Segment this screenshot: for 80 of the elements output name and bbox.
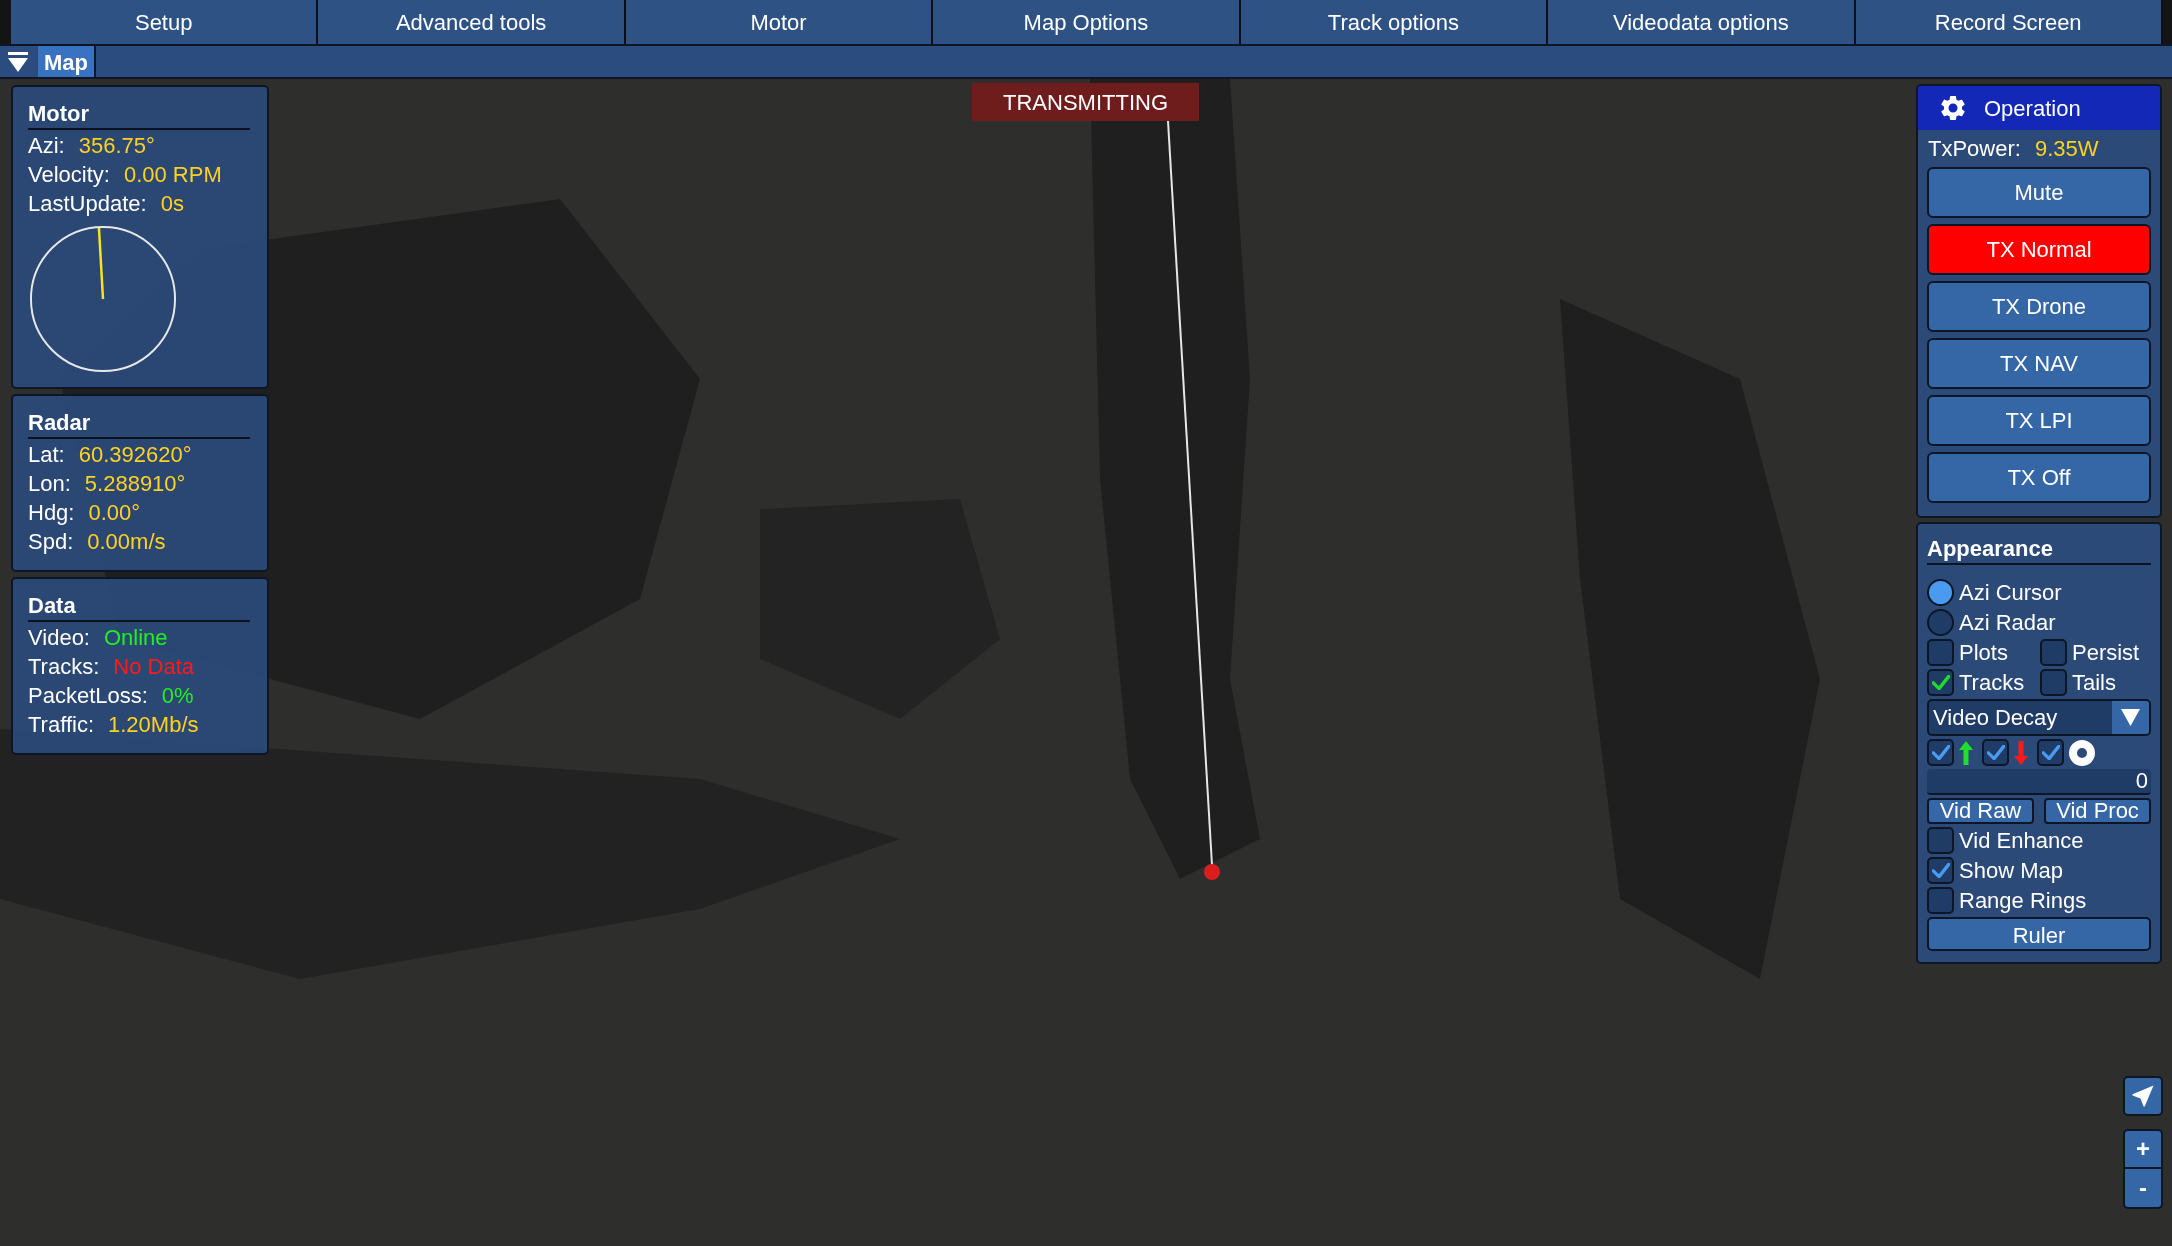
mode-button[interactable]: Mute [1927,167,2151,218]
checkbox[interactable] [1927,739,1954,766]
panel-title: Appearance [1927,535,2054,563]
checkbox-label: Tails [2072,669,2116,696]
radio-button[interactable] [1927,609,1954,636]
caret-icon [2112,701,2149,734]
action-button[interactable]: Vid Proc [2044,798,2151,824]
zoom-out-button[interactable]: - [2123,1169,2163,1209]
field-value: 0% [161,682,194,710]
checkbox[interactable] [1982,739,2009,766]
menu-button[interactable]: Videodata options [1548,0,1856,44]
checkbox[interactable] [2040,669,2067,696]
field-value: 9.35W [2034,134,2099,163]
status-banner: TRANSMITTING [972,83,1199,121]
dropdown[interactable]: Video Decay [1927,699,2151,736]
mode-button[interactable]: TX LPI [1927,395,2151,446]
field-value: 356.75° [78,132,155,160]
settings-icon[interactable] [1938,93,1968,123]
panel-title: Radar [28,409,92,437]
menu-button[interactable]: Record Screen [1855,0,2163,44]
collapse-icon[interactable] [7,51,29,72]
checkbox-label: Plots [1959,639,2008,666]
field-value: 1.20Mb/s [108,711,199,739]
checkbox[interactable] [1927,639,1954,666]
checkbox[interactable] [1927,887,1954,914]
checkbox[interactable] [1927,827,1954,854]
checkbox-label: Vid Enhance [1959,827,2084,854]
radio-label: Azi Cursor [1959,579,2062,606]
menu-button[interactable]: Motor [625,0,934,44]
view-tab[interactable]: Map [38,46,96,77]
action-button[interactable]: Vid Raw [1927,798,2034,824]
ring-icon [2069,739,2095,766]
checkbox-label: Range Rings [1959,887,2087,914]
zoom-in-button[interactable]: + [2123,1129,2163,1169]
panel-title: Motor [28,100,91,128]
number-field[interactable]: 0 [1927,769,2151,795]
field-label: Spd: [28,528,74,556]
field-value: 5.288910° [84,470,186,498]
panel-title: Data [28,592,77,620]
checkbox[interactable] [1927,669,1954,696]
mode-button[interactable]: TX Drone [1927,281,2151,332]
menu-button[interactable]: Setup [11,0,319,44]
ruler-button[interactable]: Ruler [1927,917,2151,951]
field-value: 0s [160,190,184,218]
field-label: TxPower: [1928,134,2021,163]
radio-label: Azi Radar [1959,609,2056,636]
position-marker-icon [1204,864,1220,880]
arrow-up-icon [1959,740,1973,765]
mode-button[interactable]: TX NAV [1927,338,2151,389]
panel-title: Operation [1984,94,2081,123]
field-value: Online [104,624,168,652]
field-label: Video: [28,624,90,652]
arrow-down-icon [2014,740,2028,765]
checkbox-label: Persist [2072,639,2140,666]
field-label: PacketLoss: [28,682,148,710]
checkbox[interactable] [2040,639,2067,666]
field-label: Hdg: [28,499,75,527]
mode-button[interactable]: TX Normal [1927,224,2151,275]
radio-button[interactable] [1927,579,1954,606]
field-label: Azi: [28,132,65,160]
checkbox-label: Show Map [1959,857,2063,884]
field-value: 60.392620° [78,441,192,469]
locate-button[interactable] [2123,1076,2163,1116]
menu-button[interactable]: Advanced tools [318,0,626,44]
checkbox-label: Tracks [1959,669,2025,696]
field-label: Traffic: [28,711,94,739]
checkbox[interactable] [2037,739,2064,766]
field-label: LastUpdate: [28,190,147,218]
field-label: Lat: [28,441,65,469]
field-value: 0.00 RPM [123,161,222,189]
checkbox[interactable] [1927,857,1954,884]
field-label: Tracks: [28,653,100,681]
menu-button[interactable]: Map Options [933,0,1241,44]
field-value: 0.00m/s [87,528,166,556]
field-label: Lon: [28,470,71,498]
mode-button[interactable]: TX Off [1927,452,2151,503]
menu-button[interactable]: Track options [1240,0,1549,44]
field-label: Velocity: [28,161,110,189]
field-value: No Data [113,653,194,681]
field-value: 0.00° [88,499,141,527]
